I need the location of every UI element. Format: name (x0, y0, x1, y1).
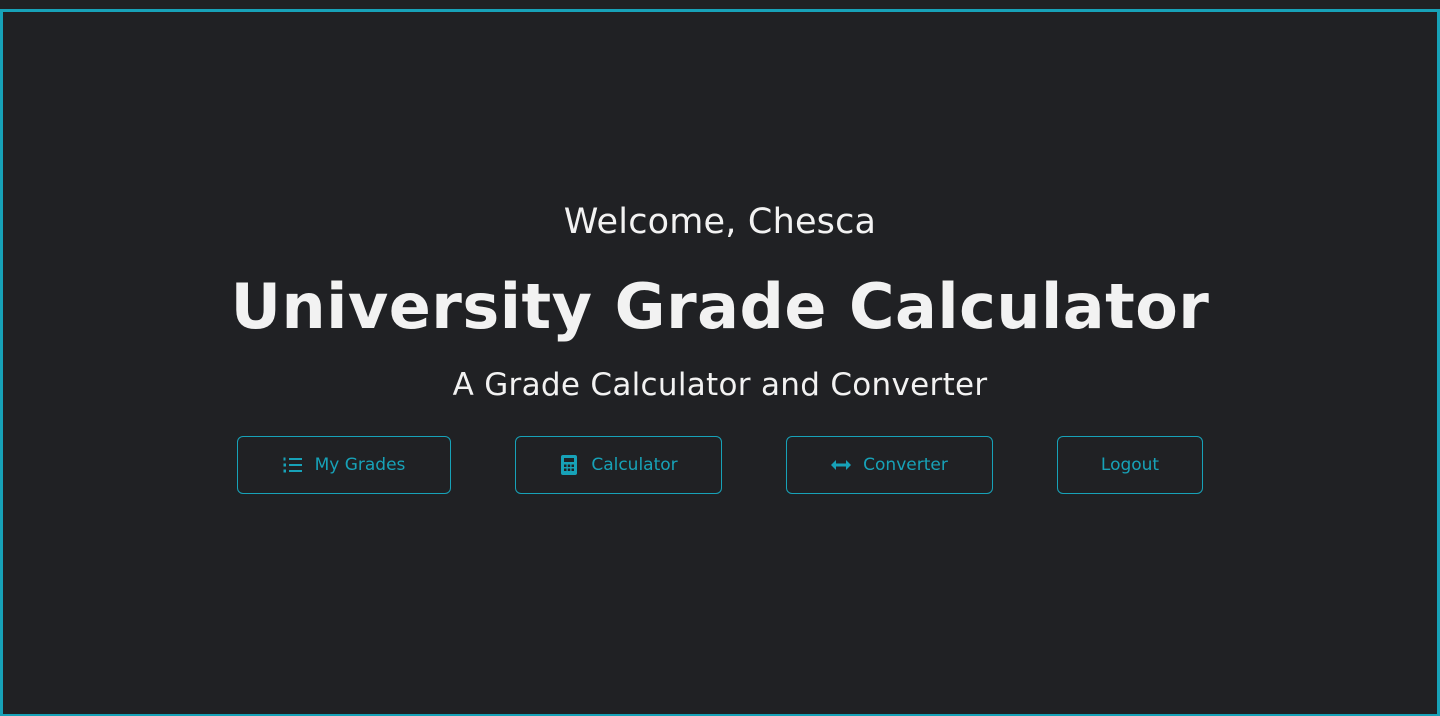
calculator-icon (559, 455, 579, 475)
page-title: University Grade Calculator (230, 270, 1210, 343)
list-ol-icon (283, 455, 303, 475)
converter-label: Converter (863, 455, 948, 475)
page-subtitle: A Grade Calculator and Converter (452, 367, 988, 403)
welcome-message: Welcome, Chesca (563, 202, 877, 242)
page-frame: Welcome, Chesca University Grade Calcula… (0, 9, 1440, 716)
logout-label: Logout (1100, 455, 1160, 475)
calculator-button[interactable]: Calculator (515, 436, 722, 494)
arrows-left-right-icon (831, 455, 852, 475)
my-grades-button[interactable]: My Grades (237, 436, 451, 494)
converter-button[interactable]: Converter (786, 436, 993, 494)
calculator-label: Calculator (591, 455, 678, 475)
top-strip (0, 0, 1440, 9)
my-grades-label: My Grades (314, 455, 406, 475)
logout-button[interactable]: Logout (1057, 436, 1203, 494)
